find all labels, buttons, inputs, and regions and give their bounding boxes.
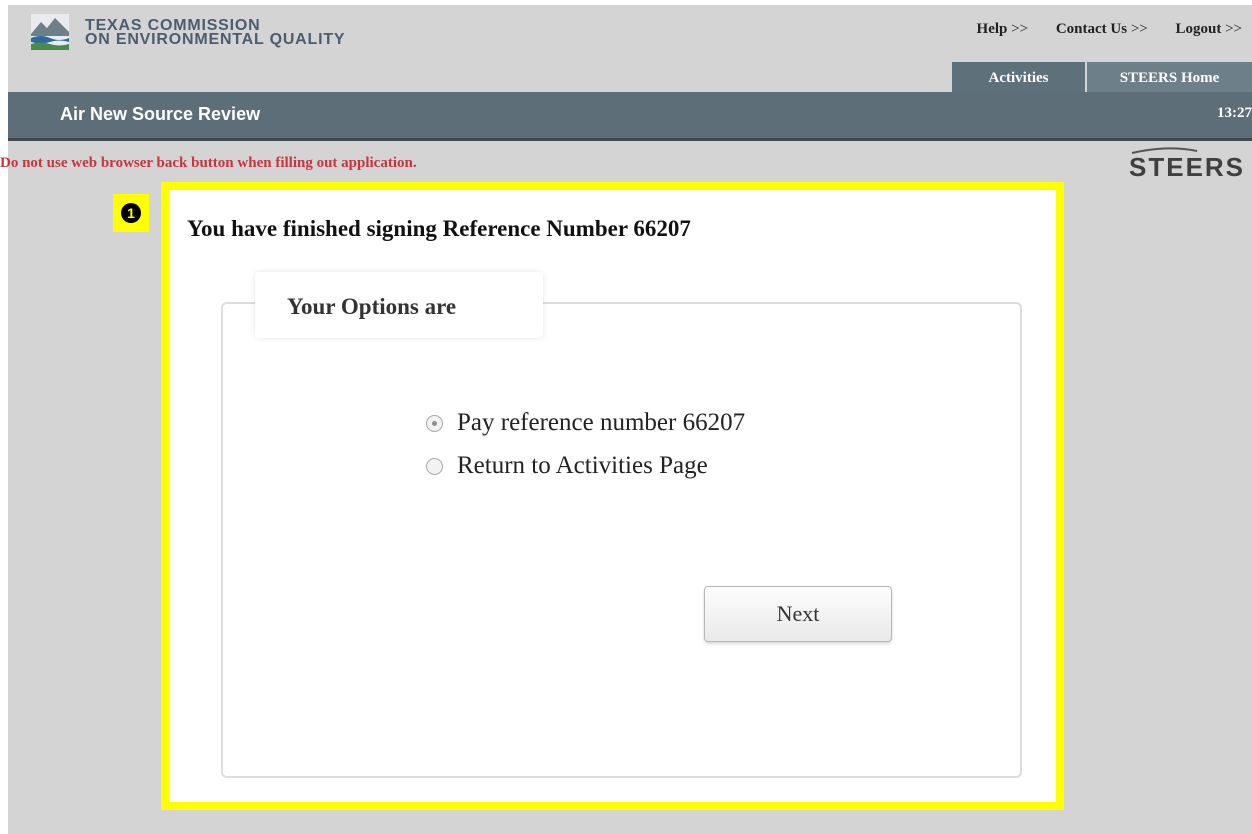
radio-return-activities[interactable] bbox=[426, 457, 443, 475]
contact-link-arrows: >> bbox=[1130, 21, 1148, 37]
back-button-warning: Do not use web browser back button when … bbox=[0, 155, 417, 171]
agency-name-line2: ON ENVIRONMENTAL QUALITY bbox=[85, 31, 346, 48]
top-links: Help >> Contact Us >> Logout >> bbox=[953, 21, 1242, 38]
page: TEXAS COMMISSION ON ENVIRONMENTAL QUALIT… bbox=[0, 5, 1252, 834]
contact-link-label: Contact Us bbox=[1055, 21, 1128, 37]
tceq-logo-icon bbox=[31, 14, 69, 50]
help-link-arrows: >> bbox=[1011, 21, 1029, 37]
agency-name: TEXAS COMMISSION ON ENVIRONMENTAL QUALIT… bbox=[85, 18, 346, 48]
option-return-activities-label: Return to Activities Page bbox=[457, 452, 708, 479]
nav-tabs: Activities STEERS Home bbox=[952, 62, 1252, 92]
options-legend: Your Options are bbox=[255, 272, 543, 338]
next-button[interactable]: Next bbox=[704, 586, 892, 642]
help-link-label: Help bbox=[976, 21, 1008, 37]
title-bar: Air New Source Review 13:27 bbox=[8, 92, 1252, 141]
logout-link-arrows: >> bbox=[1225, 21, 1242, 37]
option-pay-reference-label: Pay reference number 66207 bbox=[457, 409, 746, 436]
options-group: Your Options are bbox=[221, 272, 1022, 778]
help-link[interactable]: Help >> bbox=[977, 21, 1029, 37]
header: TEXAS COMMISSION ON ENVIRONMENTAL QUALIT… bbox=[8, 5, 1252, 92]
logout-link-label: Logout bbox=[1175, 21, 1222, 37]
option-pay-reference[interactable]: Pay reference number 66207 bbox=[426, 409, 745, 443]
options-legend-label: Your Options are bbox=[287, 294, 457, 319]
page-title: You have finished signing Reference Numb… bbox=[187, 216, 691, 241]
option-return-activities[interactable]: Return to Activities Page bbox=[426, 452, 708, 486]
steers-logo-text: STEERS bbox=[1129, 152, 1245, 182]
app-title: Air New Source Review bbox=[60, 104, 261, 124]
contact-us-link[interactable]: Contact Us >> bbox=[1056, 21, 1148, 37]
tab-activities[interactable]: Activities bbox=[952, 62, 1085, 92]
steers-logo: STEERS bbox=[1129, 147, 1245, 182]
session-clock: 13:27 bbox=[1217, 105, 1252, 121]
step-badge-1: 1 bbox=[113, 194, 149, 232]
tab-steers-home[interactable]: STEERS Home bbox=[1087, 62, 1252, 92]
step-badge-1-number: 1 bbox=[121, 203, 141, 223]
signing-complete-panel: You have finished signing Reference Numb… bbox=[161, 182, 1064, 810]
logout-link[interactable]: Logout >> bbox=[1175, 21, 1242, 37]
radio-pay-reference[interactable] bbox=[426, 414, 443, 432]
